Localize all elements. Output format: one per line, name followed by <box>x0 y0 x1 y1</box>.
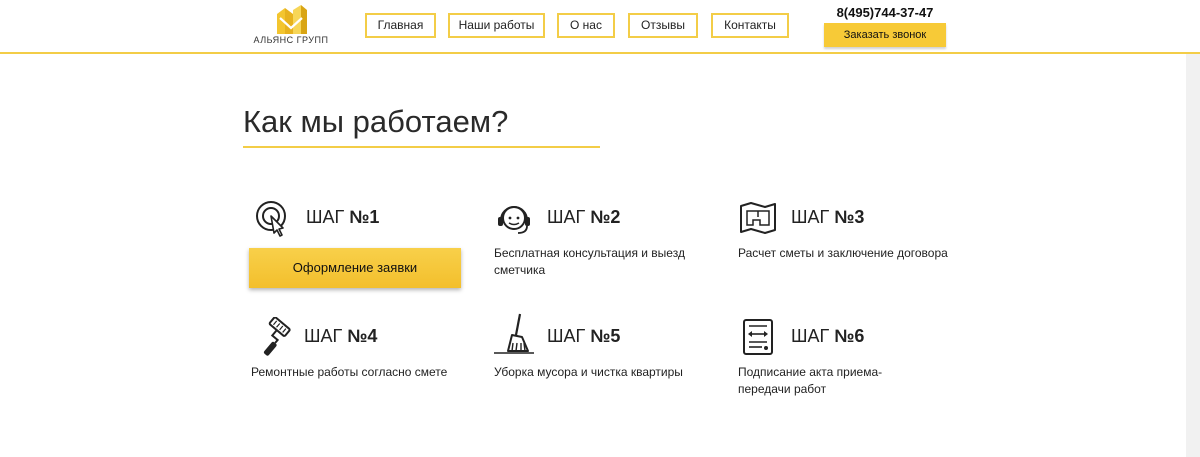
step-number: №1 <box>349 207 380 227</box>
order-request-button[interactable]: Оформление заявки <box>249 248 461 288</box>
step-heading: ШАГ №5 <box>547 326 620 347</box>
building-logo-icon <box>277 5 307 34</box>
phone-number[interactable]: 8(495)744-37-47 <box>824 5 946 20</box>
step-number: №6 <box>834 326 865 346</box>
step-label: ШАГ <box>791 207 830 227</box>
step-label: ШАГ <box>547 326 586 346</box>
step-number: №2 <box>590 207 621 227</box>
step-heading: ШАГ №1 <box>306 207 379 228</box>
step-number: №5 <box>590 326 621 346</box>
step-description: Уборка мусора и чистка квартиры <box>494 365 683 379</box>
headset-operator-icon <box>498 206 530 234</box>
logo-text: АЛЬЯНС ГРУПП <box>253 35 329 45</box>
document-signing-icon <box>743 319 773 355</box>
step-description: Расчет сметы и заключение договора <box>738 246 948 260</box>
nav-item-our-works[interactable]: Наши работы <box>448 13 545 38</box>
page: АЛЬЯНС ГРУПП Главная Наши работы О нас О… <box>0 0 1200 457</box>
target-click-icon <box>256 201 286 237</box>
step-description: Ремонтные работы согласно смете <box>251 365 448 379</box>
step-number: №3 <box>834 207 865 227</box>
step-heading: ШАГ №2 <box>547 207 620 228</box>
step-description: Подписание акта приема-передачи работ <box>738 365 883 396</box>
nav-item-contacts[interactable]: Контакты <box>711 13 789 38</box>
broom-icon <box>494 313 534 354</box>
step-heading: ШАГ №6 <box>791 326 864 347</box>
step-label: ШАГ <box>304 326 343 346</box>
step-label: ШАГ <box>791 326 830 346</box>
paint-roller-icon <box>263 317 291 356</box>
step-label: ШАГ <box>306 207 345 227</box>
scrollbar[interactable] <box>1186 54 1200 457</box>
section-title: Как мы работаем? <box>243 104 509 139</box>
title-underline <box>243 146 600 148</box>
site-header: АЛЬЯНС ГРУПП Главная Наши работы О нас О… <box>0 0 1200 54</box>
callback-button[interactable]: Заказать звонок <box>824 23 946 47</box>
step-heading: ШАГ №3 <box>791 207 864 228</box>
step-number: №4 <box>347 326 378 346</box>
step-description: Бесплатная консультация и выезд сметчика <box>494 246 685 277</box>
nav-item-about[interactable]: О нас <box>557 13 615 38</box>
nav-item-reviews[interactable]: Отзывы <box>628 13 698 38</box>
step-label: ШАГ <box>547 207 586 227</box>
nav-item-home[interactable]: Главная <box>365 13 436 38</box>
logo[interactable]: АЛЬЯНС ГРУПП <box>253 4 329 50</box>
step-heading: ШАГ №4 <box>304 326 377 347</box>
blueprint-map-icon <box>740 202 776 234</box>
